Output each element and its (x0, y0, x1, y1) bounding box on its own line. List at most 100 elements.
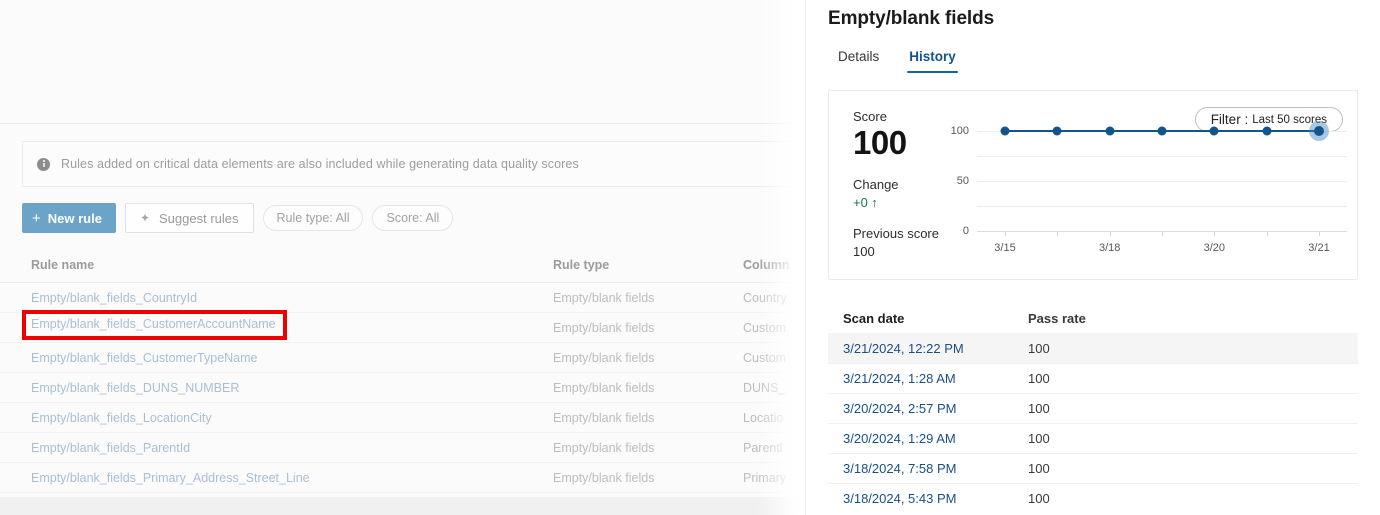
sparkle-icon: ✦ (139, 211, 151, 225)
chart-x-tick-label: 3/21 (1308, 242, 1330, 254)
pass-rate-cell: 100 (1028, 431, 1050, 446)
rule-name-link[interactable]: Empty/blank_fields_Primary_Address_Stree… (31, 471, 310, 485)
panel-tabs: Details History (828, 46, 966, 73)
history-row[interactable]: 3/20/2024, 1:29 AM 100 (828, 423, 1358, 453)
chart-data-point[interactable] (1262, 126, 1272, 136)
info-banner-text: Rules added on critical data elements ar… (61, 157, 579, 171)
chart-x-tick (1319, 231, 1320, 236)
table-row[interactable]: Empty/blank_fields_CountryId Empty/blank … (0, 283, 820, 313)
score-filter[interactable]: Score: All (372, 205, 454, 231)
rule-type-cell: Empty/blank fields (553, 350, 655, 365)
rule-name-cell[interactable]: Empty/blank_fields_CustomerTypeName (0, 351, 553, 365)
panel-title: Empty/blank fields (828, 8, 995, 29)
rule-name-cell[interactable]: Empty/blank_fields_Primary_Address_Stree… (0, 471, 553, 485)
rules-table: Rule name Rule type Column Empty/blank_f… (0, 248, 820, 493)
score-label: Score (853, 109, 887, 124)
scan-date-cell[interactable]: 3/21/2024, 12:22 PM (828, 341, 1028, 356)
history-row[interactable]: 3/20/2024, 2:57 PM 100 (828, 393, 1358, 423)
suggest-rules-label: Suggest rules (159, 210, 239, 226)
filter-pill-value: Last 50 scores (1252, 113, 1327, 126)
chart-x-tick (1109, 231, 1111, 236)
chart-data-point[interactable] (1157, 126, 1167, 136)
chart-data-point[interactable] (1209, 126, 1219, 136)
table-row[interactable]: Empty/blank_fields_DUNS_NUMBER Empty/blan… (0, 373, 820, 403)
rule-name-link[interactable]: Empty/blank_fields_LocationCity (31, 411, 212, 425)
chart-plot-area: 3/15 3/18 3/20 3/21 (977, 126, 1347, 266)
tab-history[interactable]: History (899, 46, 966, 73)
rules-toolbar: + New rule ✦ Suggest rules Rule type: Al… (22, 203, 454, 233)
rule-name-link[interactable]: Empty/blank_fields_ParentId (31, 441, 190, 455)
chart-x-tick-label: 3/15 (994, 242, 1016, 254)
history-row[interactable]: 3/18/2024, 5:43 PM 100 (828, 483, 1358, 513)
rules-col-name: Rule name (31, 258, 95, 272)
new-rule-button[interactable]: + New rule (22, 203, 116, 233)
page-footer (0, 497, 806, 515)
rule-name-link[interactable]: Empty/blank_fields_DUNS_NUMBER (31, 381, 239, 395)
chart-y-tick-label: 50 (956, 175, 969, 187)
rule-name-link[interactable]: Empty/blank_fields_CustomerTypeName (31, 351, 258, 365)
rule-type-cell: Empty/blank fields (553, 410, 655, 425)
rule-type-cell: Empty/blank fields (553, 380, 655, 395)
history-table-body: 3/21/2024, 12:22 PM 100 3/21/2024, 1:28 AM… (828, 333, 1358, 513)
scan-date-cell[interactable]: 3/20/2024, 1:29 AM (828, 431, 1028, 446)
history-row[interactable]: 3/21/2024, 12:22 PM 100 (828, 333, 1358, 363)
scan-date-cell[interactable]: 3/18/2024, 7:58 PM (828, 461, 1028, 476)
score-history-chart: 0 50 100 3/15 3/18 3/20 3/21 (947, 125, 1347, 266)
history-col-pass-rate: Pass rate (1028, 310, 1086, 326)
background-page: Rules added on critical data elements ar… (0, 0, 822, 515)
rules-table-header: Rule name Rule type Column (0, 248, 820, 283)
rule-name-cell[interactable]: Empty/blank_fields_DUNS_NUMBER (0, 381, 553, 395)
scan-date-cell[interactable]: 3/18/2024, 5:43 PM (828, 491, 1028, 506)
rule-type-cell: Empty/blank fields (553, 320, 655, 335)
pass-rate-cell: 100 (1028, 401, 1050, 416)
history-table-header: Scan date Pass rate (828, 303, 1358, 333)
chart-x-tick (1005, 231, 1006, 236)
rule-name-cell[interactable]: Empty/blank_fields_ParentId (0, 441, 553, 455)
chart-x-tick (1266, 231, 1268, 236)
rule-type-filter[interactable]: Rule type: All (262, 205, 364, 231)
chart-x-tick-label: 3/20 (1203, 242, 1226, 254)
chart-x-tick (1057, 231, 1059, 236)
rules-col-type: Rule type (553, 258, 610, 272)
table-row[interactable]: Empty/blank_fields_Primary_Address_Stree… (0, 463, 820, 493)
tab-details[interactable]: Details (828, 46, 889, 73)
table-row[interactable]: Empty/blank_fields_CustomerTypeName Empty… (0, 343, 820, 373)
chart-x-tick (1214, 231, 1216, 236)
pass-rate-cell: 100 (1028, 461, 1050, 476)
chart-data-point[interactable] (1105, 126, 1115, 136)
history-row[interactable]: 3/21/2024, 1:28 AM 100 (828, 363, 1358, 393)
table-row[interactable]: Empty/blank_fields_ParentId Empty/blank f… (0, 433, 820, 463)
history-row[interactable]: 3/18/2024, 7:58 PM 100 (828, 453, 1358, 483)
rule-type-cell: Empty/blank fields (553, 470, 655, 485)
content-divider (0, 123, 820, 124)
history-table: Scan date Pass rate 3/21/2024, 12:22 PM 1… (828, 303, 1358, 513)
details-panel: Empty/blank fields Details History Score… (806, 0, 1380, 515)
rule-name-cell[interactable]: Empty/blank_fields_LocationCity (0, 411, 553, 425)
info-icon (37, 157, 50, 171)
new-rule-label: New rule (47, 210, 102, 226)
annotated-rule-name[interactable]: Empty/blank_fields_CustomerAccountName (31, 317, 276, 331)
rule-name-link[interactable]: Empty/blank_fields_CountryId (31, 291, 197, 305)
scan-date-cell[interactable]: 3/21/2024, 1:28 AM (828, 371, 1028, 386)
pass-rate-cell: 100 (1028, 341, 1050, 356)
plus-icon: + (32, 209, 41, 227)
chart-data-point[interactable] (1000, 126, 1010, 136)
rule-type-cell: Empty/blank fields (553, 440, 655, 455)
history-col-scan-date: Scan date (843, 310, 905, 326)
table-row[interactable]: Empty/blank_fields_LocationCity Empty/bla… (0, 403, 820, 433)
chart-data-point[interactable] (1314, 126, 1324, 136)
chart-x-tick (1162, 231, 1163, 236)
rule-name-cell[interactable]: Empty/blank_fields_CountryId (0, 291, 553, 305)
filter-pill-key: Filter : (1210, 112, 1249, 127)
suggest-rules-button[interactable]: ✦ Suggest rules (124, 203, 254, 233)
chart-x-tick-label: 3/18 (1098, 242, 1121, 254)
pass-rate-cell: 100 (1028, 491, 1050, 506)
chart-data-point[interactable] (1052, 126, 1062, 136)
scan-date-cell[interactable]: 3/20/2024, 2:57 PM (828, 401, 1028, 416)
chart-y-tick-label: 0 (962, 225, 969, 237)
pass-rate-cell: 100 (1028, 371, 1050, 386)
score-card: Score 100 Change +0 ↑ Previous score 100… (828, 90, 1358, 280)
rule-type-cell: Empty/blank fields (553, 290, 655, 305)
info-banner: Rules added on critical data elements ar… (22, 141, 822, 187)
chart-y-tick-label: 100 (950, 125, 969, 137)
